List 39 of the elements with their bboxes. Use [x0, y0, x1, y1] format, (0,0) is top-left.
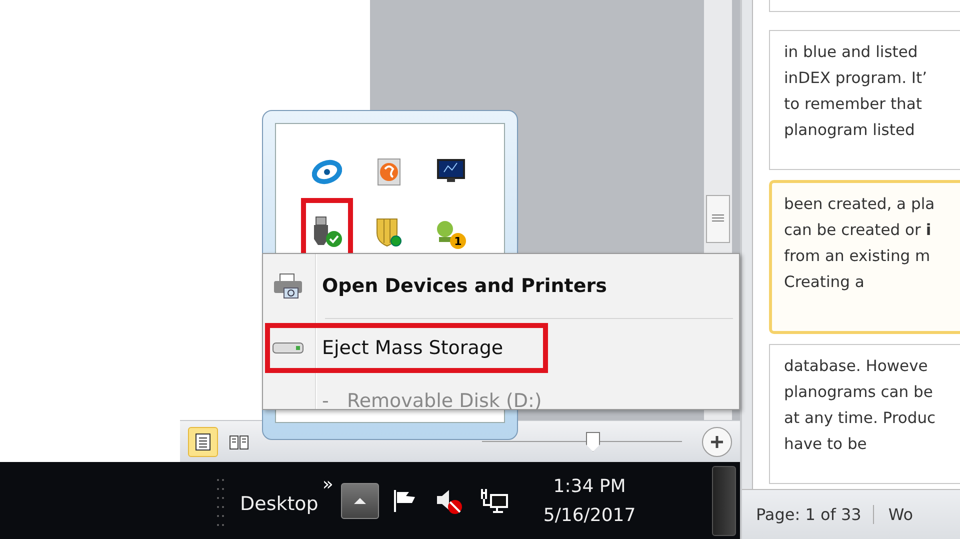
shield-icon[interactable]	[374, 216, 404, 248]
comment-text: inDEX program. It’	[784, 68, 928, 89]
comment-balloon[interactable]: been created, a pla can be created or i from an existing m Creating a	[769, 180, 960, 334]
toolbar-overflow-button[interactable]: »	[318, 474, 338, 495]
comment-balloon[interactable]: database. Howeve planograms can be at any time. Produc have to be	[769, 344, 960, 484]
show-hidden-icons-button[interactable]	[341, 482, 380, 518]
up-arrow-icon	[353, 496, 368, 504]
network-icon[interactable]	[479, 486, 510, 514]
zoom-slider-thumb[interactable]	[586, 432, 600, 452]
comment-text: been created, a pla	[784, 194, 936, 215]
open-book-icon	[229, 432, 249, 450]
comment-text: in blue and listed	[784, 42, 919, 63]
comment-text: can be created or i	[784, 220, 932, 241]
scroll-thumb[interactable]	[706, 195, 730, 243]
comment-text: Creating a	[784, 272, 866, 293]
swirl-icon[interactable]	[376, 157, 402, 187]
page-lines-icon	[194, 432, 212, 450]
comment-text: database. Howeve	[784, 356, 929, 377]
comment-text: to remember that	[784, 94, 923, 115]
notification-badge: 1	[450, 233, 466, 249]
zoom-in-button[interactable]	[702, 426, 732, 456]
plus-icon	[710, 434, 724, 448]
drive-icon	[272, 341, 304, 355]
comment-text: at any time. Produc	[784, 408, 937, 429]
menu-item[interactable]: Open Devices and Printers	[322, 275, 607, 297]
clock-time[interactable]: 1:34 PM	[553, 476, 626, 496]
comment-text: from an existing m	[784, 246, 932, 267]
comment-text: planograms can be	[784, 382, 934, 403]
print-layout-button[interactable]	[188, 426, 218, 456]
toolbar-label[interactable]: Desktop	[240, 492, 318, 514]
comment-text: have to be	[784, 434, 868, 455]
clock-date[interactable]: 5/16/2017	[543, 504, 636, 526]
page-count[interactable]: Page: 1 of 33	[742, 505, 874, 524]
comment-balloon[interactable]: in blue and listed inDEX program. It’ to remember that planogram listed	[769, 30, 960, 170]
sync-icon[interactable]	[312, 159, 342, 185]
comment-text: planogram listed	[784, 120, 916, 141]
word-count[interactable]: Wo	[873, 505, 926, 524]
printer-icon	[272, 272, 304, 300]
grip-icon	[712, 214, 724, 224]
